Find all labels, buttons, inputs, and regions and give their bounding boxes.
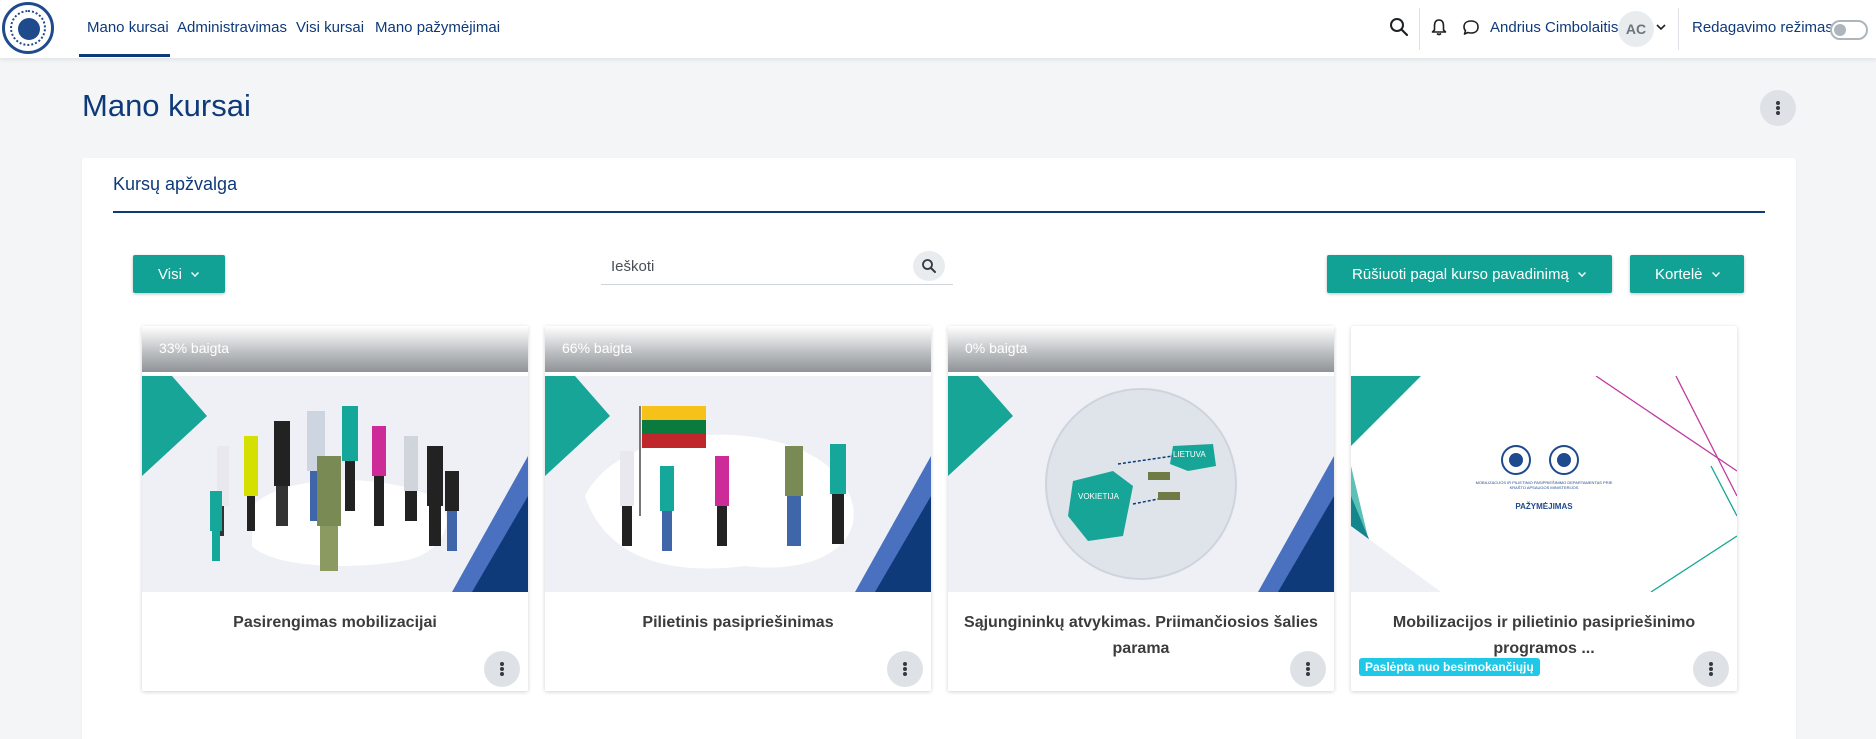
progress-overlay: 33% baigta <box>142 326 528 372</box>
course-image <box>142 376 528 592</box>
nav-link-all-courses[interactable]: Visi kursai <box>296 19 364 36</box>
certificate-subtitle: MOBILIZACIJOS IR PILIETINIO PASIPRIEŠINI… <box>1475 480 1613 490</box>
sort-dropdown-label: Rūšiuoti pagal kurso pavadinimą <box>1352 266 1569 283</box>
page-title: Mano kursai <box>82 88 251 123</box>
nav-link-administration[interactable]: Administravimas <box>177 19 287 36</box>
course-actions-button[interactable] <box>887 651 923 687</box>
course-image <box>948 376 1334 592</box>
progress-label: 33% baigta <box>159 340 230 356</box>
search-input[interactable] <box>601 249 901 283</box>
certificate-title: PAŽYMĖJIMAS <box>1515 502 1573 511</box>
edit-mode-toggle[interactable] <box>1830 20 1868 40</box>
chevron-down-icon[interactable] <box>1654 20 1668 34</box>
nav-link-my-courses[interactable]: Mano kursai <box>87 19 169 36</box>
course-name[interactable]: Sąjungininkų atvykimas. Priimančiosios š… <box>962 610 1320 662</box>
block-title: Kursų apžvalga <box>113 174 238 194</box>
filter-dropdown-label: Visi <box>158 266 182 283</box>
course-search <box>601 249 953 285</box>
course-image <box>545 376 931 592</box>
search-icon[interactable] <box>1388 16 1410 38</box>
course-card[interactable]: 66% baigta Pilietinis pasipriešinimas <box>545 326 931 691</box>
search-button[interactable] <box>913 251 945 281</box>
nav-divider <box>1419 8 1420 50</box>
nav-link-my-certificates[interactable]: Mano pažymėjimai <box>375 19 500 36</box>
toggle-knob <box>1834 24 1846 36</box>
progress-overlay: 0% baigta <box>948 326 1334 372</box>
avatar[interactable]: AC <box>1618 11 1654 47</box>
map-label: VOKIETIJA <box>1078 492 1119 501</box>
bell-icon[interactable] <box>1428 16 1450 38</box>
user-name[interactable]: Andrius Cimbolaitis <box>1490 19 1618 36</box>
course-actions-button[interactable] <box>1290 651 1326 687</box>
more-vertical-icon <box>903 662 907 676</box>
nav-divider <box>1678 8 1679 50</box>
more-vertical-icon <box>1306 662 1310 676</box>
course-name[interactable]: Mobilizacijos ir pilietinio pasipriešini… <box>1365 610 1723 662</box>
page-actions-button[interactable] <box>1760 90 1796 126</box>
progress-label: 66% baigta <box>562 340 633 356</box>
more-vertical-icon <box>1776 101 1780 115</box>
view-dropdown-label: Kortelė <box>1655 266 1703 283</box>
course-card[interactable]: LIETUVA VOKIETIJA 0% baigta Sąjungininkų… <box>948 326 1334 691</box>
chevron-down-icon <box>1712 269 1720 277</box>
course-actions-button[interactable] <box>484 651 520 687</box>
course-actions-button[interactable] <box>1693 651 1729 687</box>
hidden-status-badge: Paslėpta nuo besimokančiųjų <box>1359 658 1540 676</box>
filter-dropdown-button[interactable]: Visi <box>133 255 225 293</box>
course-name[interactable]: Pilietinis pasipriešinimas <box>559 610 917 636</box>
search-icon <box>922 259 936 273</box>
more-vertical-icon <box>500 662 504 676</box>
progress-label: 0% baigta <box>965 340 1028 356</box>
site-logo[interactable] <box>2 2 54 54</box>
course-card[interactable]: MOBILIZACIJOS IR PILIETINIO PASIPRIEŠINI… <box>1351 326 1737 691</box>
course-name[interactable]: Pasirengimas mobilizacijai <box>156 610 514 636</box>
chevron-down-icon <box>191 269 199 277</box>
view-dropdown-button[interactable]: Kortelė <box>1630 255 1744 293</box>
logo-emblem <box>18 18 40 40</box>
progress-overlay: 66% baigta <box>545 326 931 372</box>
chat-icon[interactable] <box>1460 16 1482 38</box>
chevron-down-icon <box>1578 269 1586 277</box>
top-navbar: Mano kursai Administravimas Visi kursai … <box>0 0 1876 58</box>
map-label: LIETUVA <box>1173 450 1206 459</box>
sort-dropdown-button[interactable]: Rūšiuoti pagal kurso pavadinimą <box>1327 255 1612 293</box>
nav-active-indicator <box>79 54 170 57</box>
course-card[interactable]: 33% baigta Pasirengimas mobilizacijai <box>142 326 528 691</box>
more-vertical-icon <box>1709 662 1713 676</box>
block-title-underline <box>113 211 1765 213</box>
edit-mode-label: Redagavimo režimas <box>1692 19 1833 36</box>
